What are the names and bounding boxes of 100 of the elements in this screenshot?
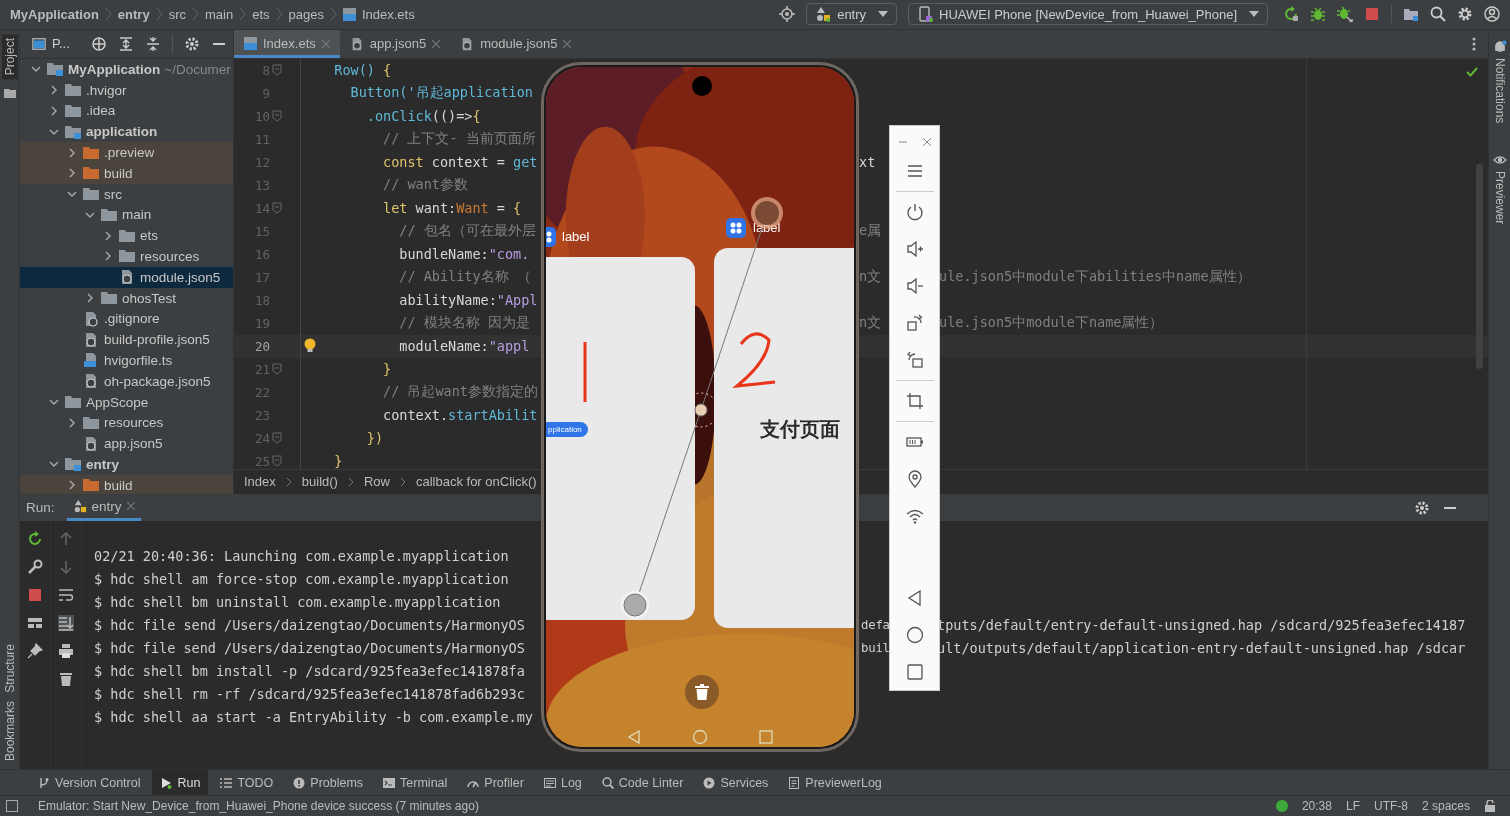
tree-item[interactable]: src [20, 183, 233, 205]
settings-icon[interactable] [1457, 6, 1473, 23]
chevron-icon[interactable] [85, 293, 95, 304]
recents-icon[interactable] [905, 663, 924, 681]
fold-marker-icon[interactable] [272, 202, 282, 215]
chevron-icon[interactable] [67, 168, 77, 179]
settings-icon[interactable] [183, 35, 200, 52]
editor-tab[interactable]: Index.ets [234, 29, 340, 58]
close-icon[interactable] [921, 137, 932, 147]
fold-marker-icon[interactable] [272, 64, 282, 77]
more-icon[interactable] [1472, 35, 1476, 52]
account-icon[interactable] [1484, 6, 1500, 23]
breadcrumb-item[interactable]: callback for onClick() [415, 474, 537, 490]
scrollbar[interactable] [1476, 163, 1483, 369]
debug-icon[interactable] [1310, 6, 1326, 23]
chevron-icon[interactable] [49, 105, 59, 116]
tree-item[interactable]: AppScope [20, 391, 233, 413]
tree-item[interactable]: ohosTest [20, 287, 233, 309]
tool-window-button[interactable]: PreviewerLog [780, 770, 890, 795]
app-card[interactable]: 支付页面 [714, 248, 854, 628]
status-item[interactable]: 20:38 [1301, 799, 1332, 813]
tree-item[interactable]: .hvigor [20, 79, 233, 101]
editor-tab[interactable]: module.json5 [450, 29, 582, 58]
soft-wrap-icon[interactable] [58, 586, 74, 603]
tool-window-button[interactable]: Version Control [30, 770, 149, 795]
volume-up-icon[interactable] [905, 240, 924, 258]
tab-label[interactable]: module.json5 [480, 36, 558, 52]
tool-window-button[interactable]: Profiler [459, 770, 532, 795]
status-item[interactable]: LF [1345, 799, 1360, 813]
breadcrumb-item[interactable]: build() [301, 474, 338, 490]
tree-item[interactable]: .idea [20, 100, 233, 122]
menu-icon[interactable] [905, 162, 924, 180]
pin-icon[interactable] [27, 642, 43, 659]
status-item[interactable]: 2 spaces [1421, 799, 1470, 813]
panel-toggle-icon[interactable] [6, 800, 18, 812]
fold-marker-icon[interactable] [272, 432, 282, 445]
breadcrumb-item[interactable]: MyApplication [10, 6, 99, 22]
tree-item[interactable]: build [20, 162, 233, 184]
breadcrumb-item[interactable]: ets [252, 6, 270, 22]
fold-marker-icon[interactable] [272, 455, 282, 468]
status-item[interactable]: UTF-8 [1373, 799, 1408, 813]
tool-window-button[interactable]: Terminal [375, 770, 456, 795]
lightbulb-icon[interactable] [304, 338, 316, 355]
breadcrumb-item[interactable]: entry [117, 6, 150, 22]
tree-item[interactable]: build-profile.json5 [20, 329, 233, 351]
fold-marker-icon[interactable] [272, 363, 282, 376]
scroll-to-end-icon[interactable] [58, 614, 74, 631]
chevron-icon[interactable] [103, 251, 113, 262]
run-config-dropdown[interactable]: entry [806, 3, 898, 26]
tool-window-tab[interactable]: Structure [2, 644, 17, 693]
chevron-icon[interactable] [67, 147, 77, 158]
tool-window-tab[interactable]: Bookmarks [2, 700, 17, 761]
tree-item[interactable]: resources [20, 412, 233, 434]
chevron-icon[interactable] [67, 480, 77, 491]
tree-item[interactable]: main [20, 204, 233, 226]
tab-label[interactable]: entry [91, 498, 122, 514]
device-dropdown[interactable]: HUAWEI Phone [NewDevice_from_Huawei_Phone] [908, 3, 1268, 26]
tree-item[interactable]: app.json5 [20, 433, 233, 455]
arrow-down-icon[interactable] [58, 558, 74, 575]
tool-window-tab[interactable]: Previewer [1492, 171, 1507, 225]
location-pin-icon[interactable] [905, 470, 924, 488]
tree-item[interactable]: .preview [20, 142, 233, 163]
breadcrumb-item[interactable]: pages [288, 6, 324, 22]
tool-window-tab[interactable]: Project [1, 33, 18, 80]
project-view-button[interactable]: P... [32, 36, 70, 52]
chevron-icon[interactable] [103, 230, 113, 241]
power-icon[interactable] [905, 203, 924, 221]
lock-icon[interactable] [1484, 800, 1496, 812]
tool-window-button[interactable]: Run [152, 770, 209, 795]
run-tab[interactable]: entry [66, 494, 141, 521]
tree-item[interactable]: resources [20, 246, 233, 267]
rotate-left-icon[interactable] [905, 351, 924, 369]
tool-window-button[interactable]: Services [695, 770, 777, 795]
breadcrumb-item[interactable]: Index.ets [361, 6, 415, 22]
target-icon[interactable] [779, 6, 796, 23]
tree-item[interactable]: .gitignore [20, 308, 233, 330]
search-icon[interactable] [1430, 6, 1446, 23]
tool-window-button[interactable]: TODO [212, 770, 282, 795]
locate-icon[interactable] [90, 35, 107, 52]
tool-window-button[interactable]: Log [535, 770, 590, 795]
tool-window-button[interactable]: Code Linter [593, 770, 692, 795]
chevron-icon[interactable] [49, 85, 59, 96]
breadcrumb-item[interactable]: Row [363, 474, 390, 490]
rerun-icon[interactable] [1283, 6, 1299, 23]
wrench-icon[interactable] [27, 558, 43, 575]
app-button[interactable]: pplication [546, 422, 588, 437]
tree-item[interactable]: oh-package.json5 [20, 370, 233, 392]
tree-item[interactable]: MyApplication ~/Documer [20, 58, 233, 80]
rerun-icon[interactable] [27, 530, 43, 547]
project-structure-icon[interactable] [1403, 6, 1419, 23]
print-icon[interactable] [58, 642, 74, 659]
chevron-icon[interactable] [67, 417, 77, 428]
tree-item[interactable]: build [20, 474, 233, 494]
volume-down-icon[interactable] [905, 277, 924, 295]
editor-tab[interactable]: app.json5 [339, 29, 451, 58]
expand-all-icon[interactable] [117, 35, 134, 52]
tab-label[interactable]: app.json5 [369, 36, 427, 52]
tab-label[interactable]: Index.ets [263, 36, 316, 52]
settings-icon[interactable] [1414, 499, 1430, 516]
breadcrumb-item[interactable]: main [205, 6, 234, 22]
